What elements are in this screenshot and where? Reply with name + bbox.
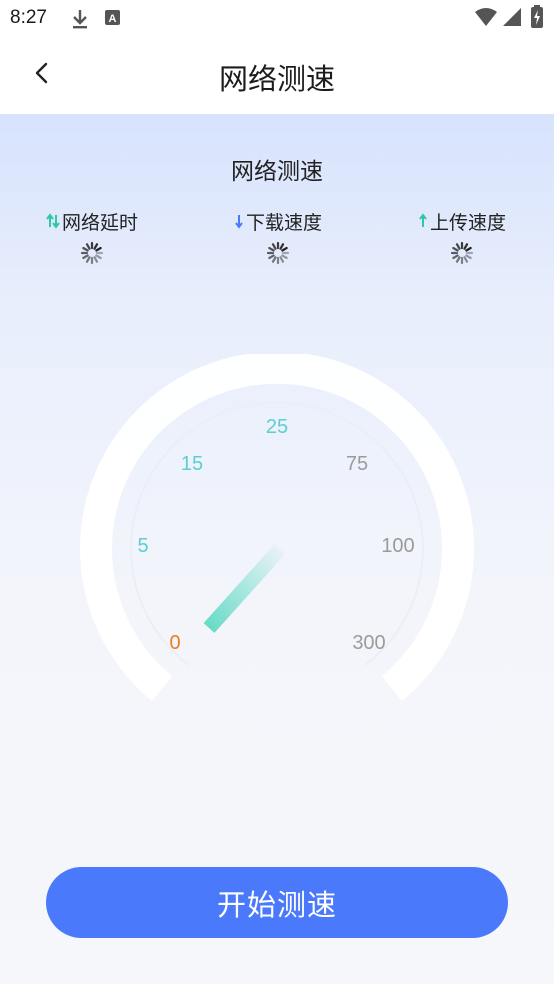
wifi-icon [474, 7, 498, 31]
battery-charging-icon [530, 5, 544, 33]
spinner-dash [93, 243, 99, 250]
speed-gauge: 0 5 15 25 75 100 300 [0, 351, 554, 714]
spinner-dash [82, 254, 89, 260]
up-arrow-icon [418, 213, 428, 229]
status-time: 8:27 [10, 7, 47, 28]
tick-label-25: 25 [266, 416, 288, 438]
start-test-button[interactable]: 开始测速 [46, 867, 508, 938]
tick-label-75: 75 [346, 453, 368, 475]
spinner-dash [465, 246, 472, 252]
status-bar: 8:27 A [0, 0, 554, 36]
tick-label-5: 5 [137, 535, 148, 557]
spinner-dash [463, 243, 469, 250]
page-title: 网络测速 [218, 62, 335, 96]
loading-spinner-icon [449, 240, 475, 266]
spinner-dash [268, 254, 275, 260]
spinner-dash [95, 254, 102, 260]
spinner-dash [271, 256, 277, 263]
tick-label-15: 15 [181, 453, 203, 475]
up-down-arrows-icon [46, 213, 60, 229]
svg-text:A: A [109, 13, 117, 25]
down-arrow-icon [234, 213, 244, 229]
loading-spinner-icon [79, 240, 105, 266]
spinner-dash [455, 256, 461, 263]
download-icon [70, 8, 90, 34]
loading-spinner-icon [265, 240, 291, 266]
metric-download: 下载速度 [208, 208, 348, 266]
spinner-dash [452, 254, 459, 260]
metric-label: 网络延时 [61, 211, 138, 234]
spinner-dash [452, 246, 459, 252]
spinner-dash [85, 256, 91, 263]
gauge-needle [203, 544, 286, 633]
tick-label-300: 300 [352, 632, 385, 654]
spinner-dash [281, 246, 288, 252]
spinner-dash [465, 254, 472, 260]
app-header: 网络测速 [0, 36, 554, 114]
signal-icon [502, 7, 522, 31]
spinner-dash [271, 243, 277, 250]
spinner-dash [279, 243, 285, 250]
spinner-dash [95, 246, 102, 252]
spinner-dash [268, 246, 275, 252]
text-a-icon: A [104, 8, 122, 32]
tick-label-100: 100 [381, 535, 414, 557]
spinner-dash [455, 243, 461, 250]
spinner-dash [279, 256, 285, 263]
metric-latency: 网络延时 [22, 208, 162, 266]
card-title: 网络测速 [231, 159, 323, 185]
spinner-dash [463, 256, 469, 263]
spinner-dash [85, 243, 91, 250]
metric-label: 下载速度 [245, 211, 322, 234]
speed-test-panel: 网络测速 网络延时 下载速度 上传速度 0 5 15 25 75 100 300… [0, 114, 554, 984]
spinner-dash [93, 256, 99, 263]
tick-label-0: 0 [169, 632, 180, 654]
gauge-svg: 0 5 15 25 75 100 300 [80, 351, 474, 701]
metric-upload: 上传速度 [392, 208, 532, 266]
spinner-dash [281, 254, 288, 260]
metric-label: 上传速度 [429, 211, 506, 234]
spinner-dash [82, 246, 89, 252]
gauge-inner-ring [130, 401, 424, 666]
